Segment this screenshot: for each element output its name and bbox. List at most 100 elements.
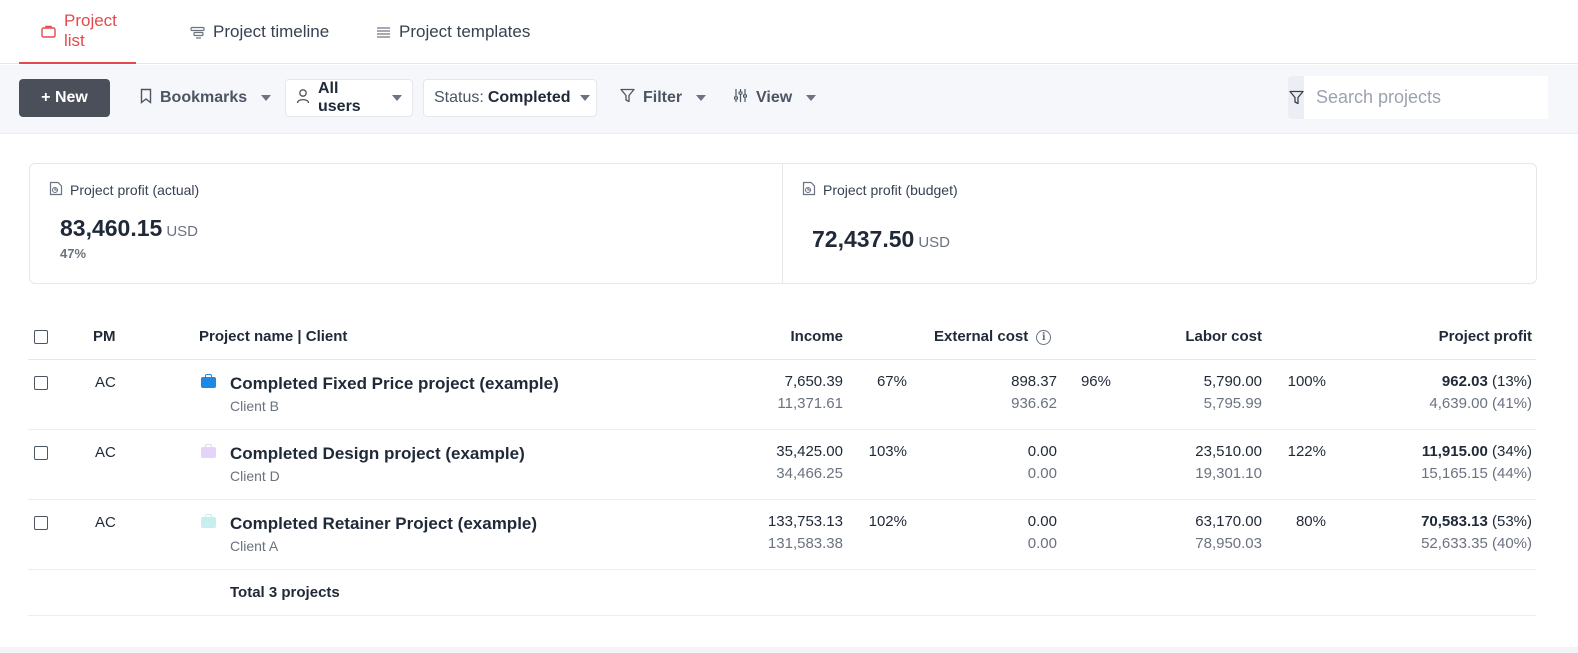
row-checkbox[interactable]: [34, 516, 48, 530]
external-cost-actual: 0.00: [1027, 443, 1057, 460]
profit-actual-percent: (34%): [1491, 443, 1532, 460]
header-project-profit[interactable]: Project profit: [1439, 328, 1532, 345]
profit-budget: 52,633.35 (40%): [1421, 535, 1532, 552]
total-projects-label: Total 3 projects: [230, 584, 340, 601]
external-cost-budget: 936.62: [1011, 395, 1057, 412]
profit-summary: Project profit (actual) 83,460.15 USD 47%…: [29, 163, 1537, 284]
table-row[interactable]: AC Completed Retainer Project (example) …: [28, 500, 1536, 570]
external-cost-budget: 0.00: [1027, 535, 1057, 552]
toolbar: + New Bookmarks All users Status: Comple…: [0, 65, 1578, 134]
table-row[interactable]: AC Completed Fixed Price project (exampl…: [28, 360, 1536, 430]
client-name: Client D: [230, 468, 280, 484]
project-name[interactable]: Completed Design project (example): [230, 444, 525, 464]
report-icon: [802, 181, 816, 199]
profit-budget-unit: USD: [918, 234, 950, 251]
chevron-down-icon: [806, 95, 817, 101]
profit-actual-wrap: 11,915.00 (34%): [1422, 443, 1532, 460]
income-percent: 103%: [868, 443, 907, 460]
tab-project-list[interactable]: Project list: [19, 0, 136, 64]
client-name: Client B: [230, 398, 280, 414]
income-budget: 11,371.61: [777, 395, 843, 412]
income-budget: 34,466.25: [776, 465, 843, 482]
search-filter-icon[interactable]: [1288, 76, 1304, 119]
tab-bar: Project list Project timeline Project te…: [0, 0, 1578, 64]
header-external-cost[interactable]: External cost: [934, 328, 1028, 345]
chevron-down-icon: [392, 95, 402, 101]
income-percent: 67%: [876, 373, 907, 390]
tab-project-templates[interactable]: Project templates: [375, 0, 530, 64]
profit-actual-unit: USD: [166, 223, 198, 240]
tab-label: Project templates: [399, 22, 531, 41]
income-actual: 7,650.39: [784, 373, 843, 390]
bookmarks-dropdown[interactable]: Bookmarks: [130, 79, 281, 117]
bookmark-icon: [140, 88, 152, 109]
view-dropdown[interactable]: View: [723, 79, 826, 117]
labor-cost-budget: 78,950.03: [1195, 535, 1262, 552]
pm-initials: AC: [95, 374, 116, 391]
info-icon[interactable]: i: [1036, 329, 1052, 345]
project-color-icon: [201, 444, 216, 458]
bookmarks-label: Bookmarks: [160, 89, 248, 106]
pm-initials: AC: [95, 444, 116, 461]
header-pm[interactable]: PM: [93, 328, 116, 345]
view-label: View: [756, 89, 793, 106]
profit-actual-card: Project profit (actual) 83,460.15 USD 47%: [30, 164, 783, 283]
chevron-down-icon: [261, 95, 272, 101]
tab-project-timeline[interactable]: Project timeline: [189, 0, 329, 64]
project-name[interactable]: Completed Retainer Project (example): [230, 514, 537, 534]
header-labor-cost[interactable]: Labor cost: [1185, 328, 1262, 345]
labor-cost-budget: 5,795.99: [1203, 395, 1262, 412]
table-row[interactable]: AC Completed Design project (example) Cl…: [28, 430, 1536, 500]
profit-actual: 962.03: [1441, 373, 1488, 390]
project-name[interactable]: Completed Fixed Price project (example): [230, 374, 559, 394]
labor-cost-percent: 100%: [1287, 373, 1326, 390]
status-label: Status:: [434, 89, 484, 106]
header-external-cost-wrap: External cost i: [934, 328, 1052, 345]
labor-cost-budget: 19,301.10: [1195, 465, 1262, 482]
profit-actual-percent: (13%): [1491, 373, 1532, 390]
header-project-name[interactable]: Project name | Client: [199, 328, 347, 345]
timeline-icon: [189, 24, 205, 40]
list-icon: [375, 24, 391, 40]
income-actual: 133,753.13: [767, 513, 843, 530]
tab-label: Project list: [64, 11, 117, 50]
select-all-checkbox[interactable]: [34, 330, 48, 344]
profit-actual: 11,915.00: [1421, 443, 1488, 460]
profit-actual-wrap: 70,583.13 (53%): [1421, 513, 1532, 530]
pm-initials: AC: [95, 514, 116, 531]
user-icon: [296, 88, 310, 109]
header-income[interactable]: Income: [790, 328, 843, 345]
briefcase-icon: [41, 23, 56, 39]
chevron-down-icon: [696, 95, 707, 101]
profit-actual: 70,583.13: [1421, 513, 1488, 530]
profit-actual-percent: 47%: [60, 246, 87, 261]
filter-dropdown[interactable]: Filter: [610, 79, 716, 117]
projects-table: PM Project name | Client Income External…: [28, 312, 1536, 616]
profit-actual-wrap: 962.03 (13%): [1442, 373, 1532, 390]
profit-actual-value-wrap: 83,460.15 USD: [60, 215, 198, 242]
external-cost-actual: 898.37: [1011, 373, 1057, 390]
profit-actual-value: 83,460.15: [60, 215, 163, 241]
row-checkbox[interactable]: [34, 376, 48, 390]
users-label: All users: [318, 80, 361, 115]
project-color-icon: [201, 514, 216, 528]
new-button[interactable]: + New: [19, 79, 110, 117]
chevron-down-icon: [580, 95, 591, 101]
profit-budget-value-wrap: 72,437.50 USD: [812, 226, 950, 253]
labor-cost-percent: 122%: [1287, 443, 1326, 460]
profit-budget-value: 72,437.50: [812, 226, 915, 252]
funnel-icon: [620, 88, 635, 108]
status-dropdown[interactable]: Status: Completed: [423, 79, 597, 117]
search-input[interactable]: [1304, 76, 1548, 119]
external-cost-budget: 0.00: [1027, 465, 1057, 482]
profit-budget-card: Project profit (budget) 72,437.50 USD: [783, 164, 1536, 283]
profit-actual-title: Project profit (actual): [70, 182, 200, 198]
labor-cost-actual: 63,170.00: [1195, 513, 1262, 530]
income-budget: 131,583.38: [767, 535, 843, 552]
total-row: Total 3 projects: [28, 570, 1536, 616]
card-title: Project profit (actual): [49, 181, 199, 199]
labor-cost-actual: 5,790.00: [1203, 373, 1262, 390]
users-dropdown[interactable]: All users: [285, 79, 413, 117]
row-checkbox[interactable]: [34, 446, 48, 460]
income-actual: 35,425.00: [776, 443, 843, 460]
